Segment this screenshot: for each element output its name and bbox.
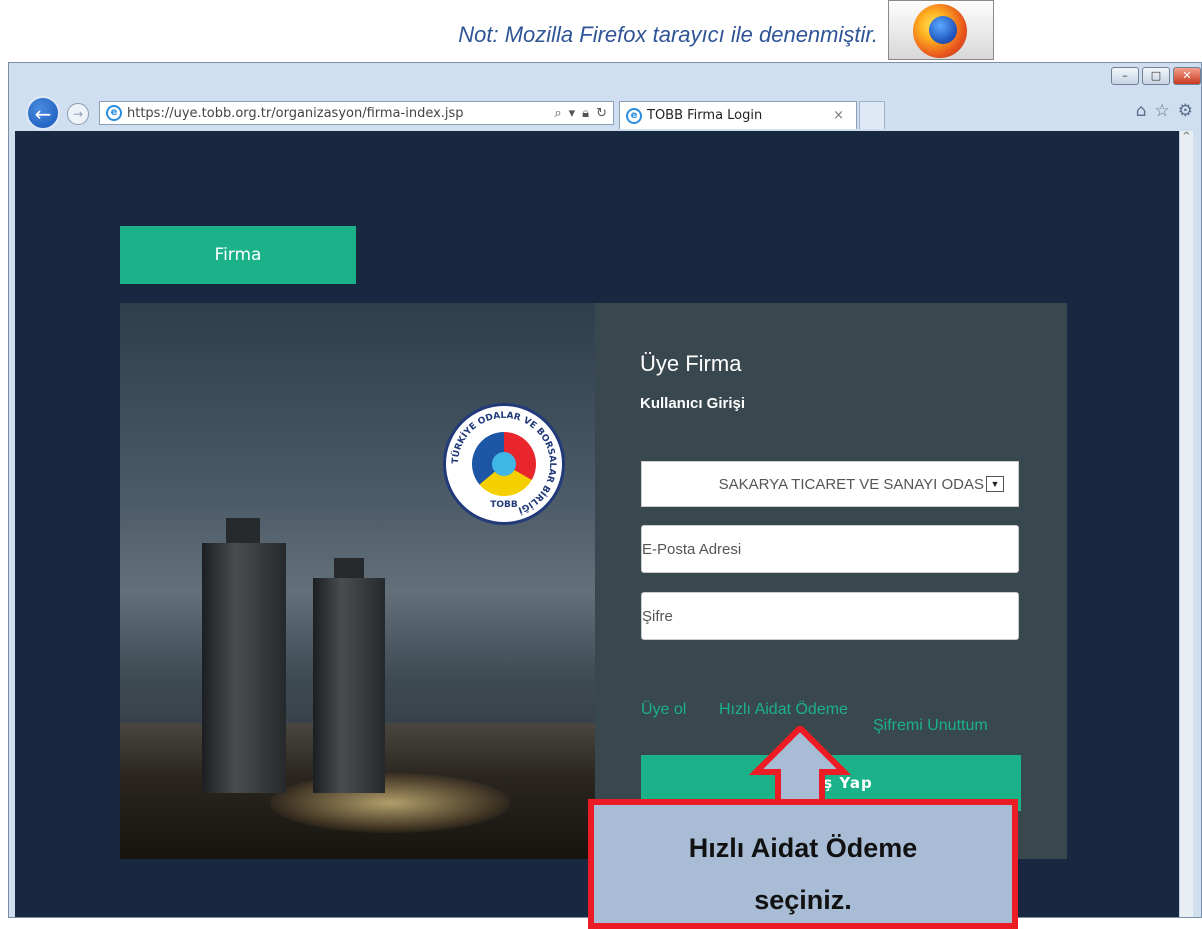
address-bar[interactable]: e https://uye.tobb.org.tr/organizasyon/f… bbox=[99, 101, 614, 125]
close-window-button[interactable]: ✕ bbox=[1173, 67, 1201, 85]
register-link[interactable]: Üye ol bbox=[641, 701, 686, 719]
maximize-button[interactable]: □ bbox=[1142, 67, 1170, 85]
url-text: https://uye.tobb.org.tr/organizasyon/fir… bbox=[127, 105, 464, 121]
pointer-arrow bbox=[748, 726, 852, 806]
minimize-button[interactable]: – bbox=[1111, 67, 1139, 85]
tobb-logo: TÜRKİYE ODALAR VE BORSALAR BİRLİĞİ TOBB bbox=[443, 403, 565, 525]
tab-close-icon[interactable]: × bbox=[833, 108, 844, 123]
email-field[interactable] bbox=[641, 525, 1019, 573]
logo-abbr: TOBB bbox=[490, 500, 518, 510]
callout-line2: seçiniz. bbox=[754, 885, 852, 915]
annotation-note: Not: Mozilla Firefox tarayıcı ile denenm… bbox=[458, 22, 878, 47]
password-field[interactable] bbox=[641, 592, 1019, 640]
firefox-icon bbox=[913, 4, 967, 58]
tab-firma[interactable]: Firma bbox=[120, 226, 356, 284]
forward-button[interactable]: → bbox=[67, 103, 89, 125]
chevron-down-icon[interactable]: ▼ bbox=[986, 476, 1004, 492]
search-icon[interactable]: ⌕ bbox=[554, 106, 561, 121]
tower-left bbox=[202, 543, 286, 793]
dropdown-icon[interactable]: ▾ bbox=[569, 106, 576, 121]
ie-tab-icon: e bbox=[626, 107, 642, 124]
arrow-right-icon: → bbox=[72, 107, 84, 121]
scroll-up-icon[interactable]: ^ bbox=[1180, 131, 1193, 142]
page-subtitle: Kullanıcı Girişi bbox=[640, 395, 746, 412]
browser-window: – □ ✕ ← → e https://uye.tobb.org.tr/orga… bbox=[8, 62, 1202, 918]
browser-tools: ⌂ ☆ ⚙ bbox=[1136, 101, 1193, 121]
ie-icon: e bbox=[106, 105, 122, 121]
quick-pay-link[interactable]: Hızlı Aidat Ödeme bbox=[719, 701, 848, 719]
new-tab-button[interactable] bbox=[859, 101, 885, 129]
firefox-badge bbox=[888, 0, 994, 60]
vertical-scrollbar[interactable]: ^ bbox=[1179, 131, 1193, 917]
callout-line1: Hızlı Aidat Ödeme bbox=[688, 833, 918, 863]
tab-title: TOBB Firma Login bbox=[647, 108, 763, 123]
forgot-password-link[interactable]: Şifremi Unuttum bbox=[873, 717, 988, 735]
logo-emblem bbox=[472, 432, 536, 496]
page-title: Üye Firma bbox=[640, 351, 742, 376]
refresh-icon[interactable]: ↻ bbox=[596, 106, 607, 121]
arrow-left-icon: ← bbox=[34, 102, 52, 126]
annotation-callout: Hızlı Aidat Ödeme seçiniz. bbox=[588, 799, 1018, 929]
address-tools: ⌕ ▾ 🔒︎ ↻ bbox=[554, 106, 613, 121]
city-lights bbox=[270, 773, 510, 833]
back-button[interactable]: ← bbox=[26, 96, 60, 130]
hero-image: TÜRKİYE ODALAR VE BORSALAR BİRLİĞİ TOBB bbox=[120, 303, 595, 859]
gear-icon[interactable]: ⚙ bbox=[1178, 101, 1193, 121]
home-icon[interactable]: ⌂ bbox=[1136, 101, 1147, 121]
tab-tobb-login[interactable]: e TOBB Firma Login × bbox=[619, 101, 857, 129]
window-controls: – □ ✕ bbox=[1111, 67, 1201, 85]
tower-right bbox=[313, 578, 385, 793]
star-icon[interactable]: ☆ bbox=[1155, 101, 1170, 121]
chamber-select[interactable]: SAKARYA TICARET VE SANAYI ODAS ▼ bbox=[641, 461, 1019, 507]
lock-icon[interactable]: 🔒︎ bbox=[582, 106, 589, 121]
chamber-select-value: SAKARYA TICARET VE SANAYI ODAS bbox=[718, 475, 984, 493]
